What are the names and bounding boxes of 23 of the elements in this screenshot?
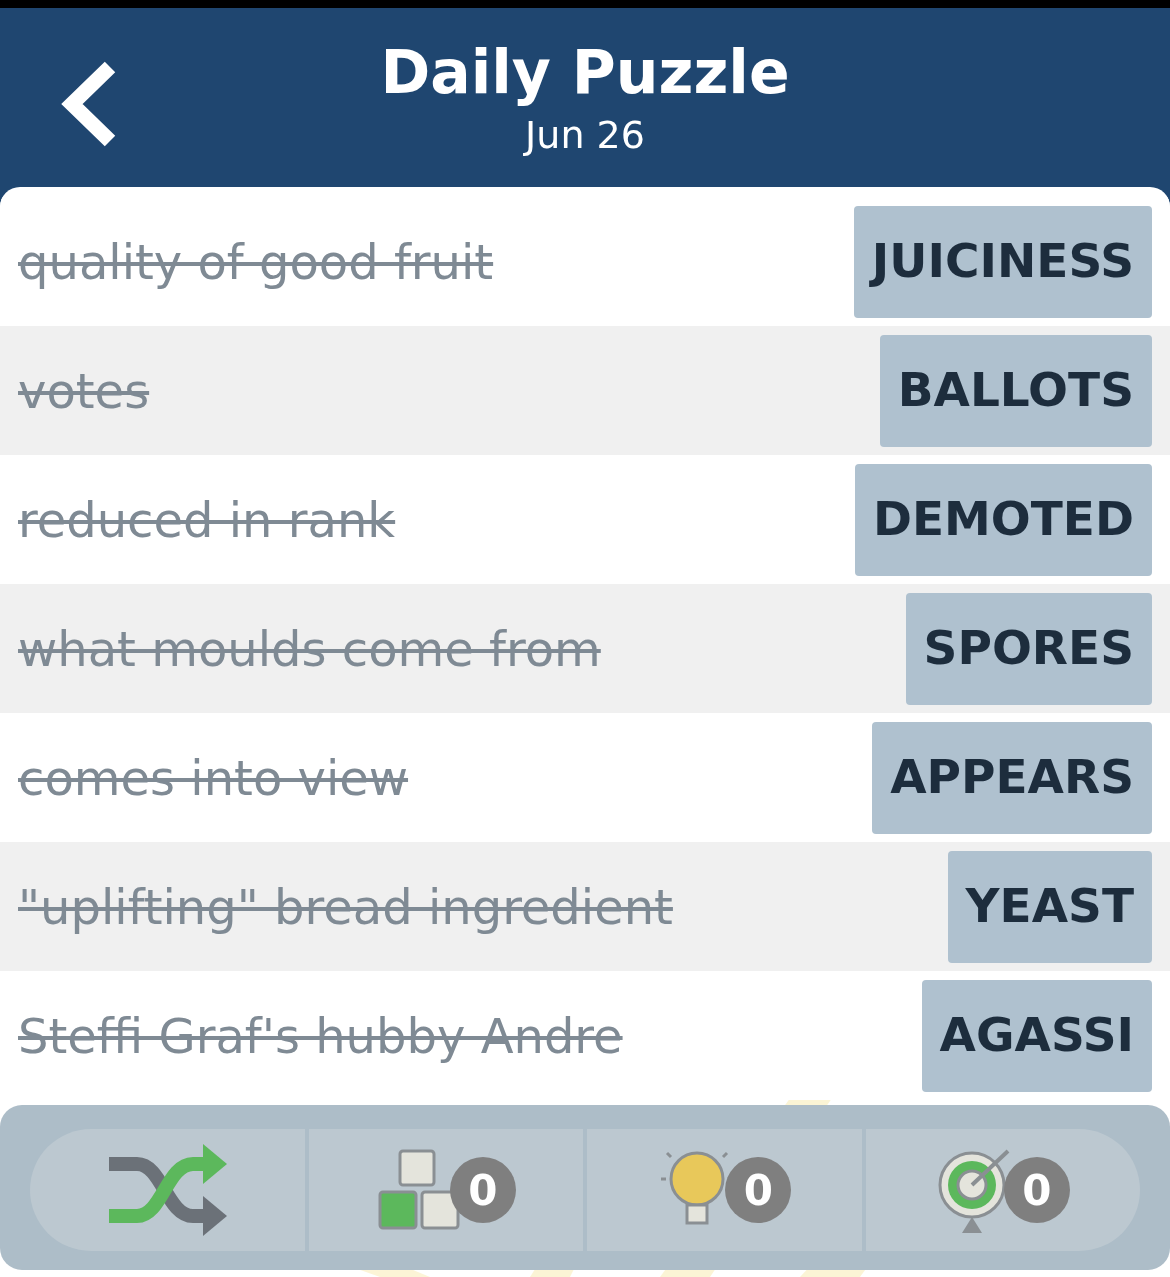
clue-text: votes bbox=[18, 361, 150, 421]
answer-tile: APPEARS bbox=[872, 721, 1152, 834]
screen-title: Daily Puzzle bbox=[380, 36, 790, 108]
answer-tile: YEAST bbox=[947, 850, 1152, 963]
clue-text: Steffi Graf's hubby Andre bbox=[18, 1006, 623, 1066]
clue-text: what moulds come from bbox=[18, 619, 601, 679]
count-badge: 0 bbox=[725, 1157, 792, 1223]
count-badge: 0 bbox=[449, 1157, 516, 1223]
clue-text: quality of good fruit bbox=[18, 232, 494, 292]
clue-text: comes into view bbox=[18, 748, 409, 808]
back-icon bbox=[60, 61, 118, 147]
hint-button[interactable]: 0 bbox=[583, 1129, 862, 1251]
answer-tile: AGASSI bbox=[921, 979, 1152, 1092]
answer-tile: JUICINESS bbox=[853, 205, 1152, 318]
puzzle-date: Jun 26 bbox=[525, 112, 645, 158]
target-button[interactable]: 0 bbox=[861, 1129, 1140, 1251]
clue-text: reduced in rank bbox=[18, 490, 396, 550]
letters-button[interactable]: 0 bbox=[304, 1129, 583, 1251]
answer-tile: BALLOTS bbox=[879, 334, 1152, 447]
answer-tile: DEMOTED bbox=[854, 463, 1152, 576]
clue-text: "uplifting" bread ingredient bbox=[18, 877, 673, 937]
answer-tile: SPORES bbox=[905, 592, 1152, 705]
count-badge: 0 bbox=[1003, 1157, 1070, 1223]
